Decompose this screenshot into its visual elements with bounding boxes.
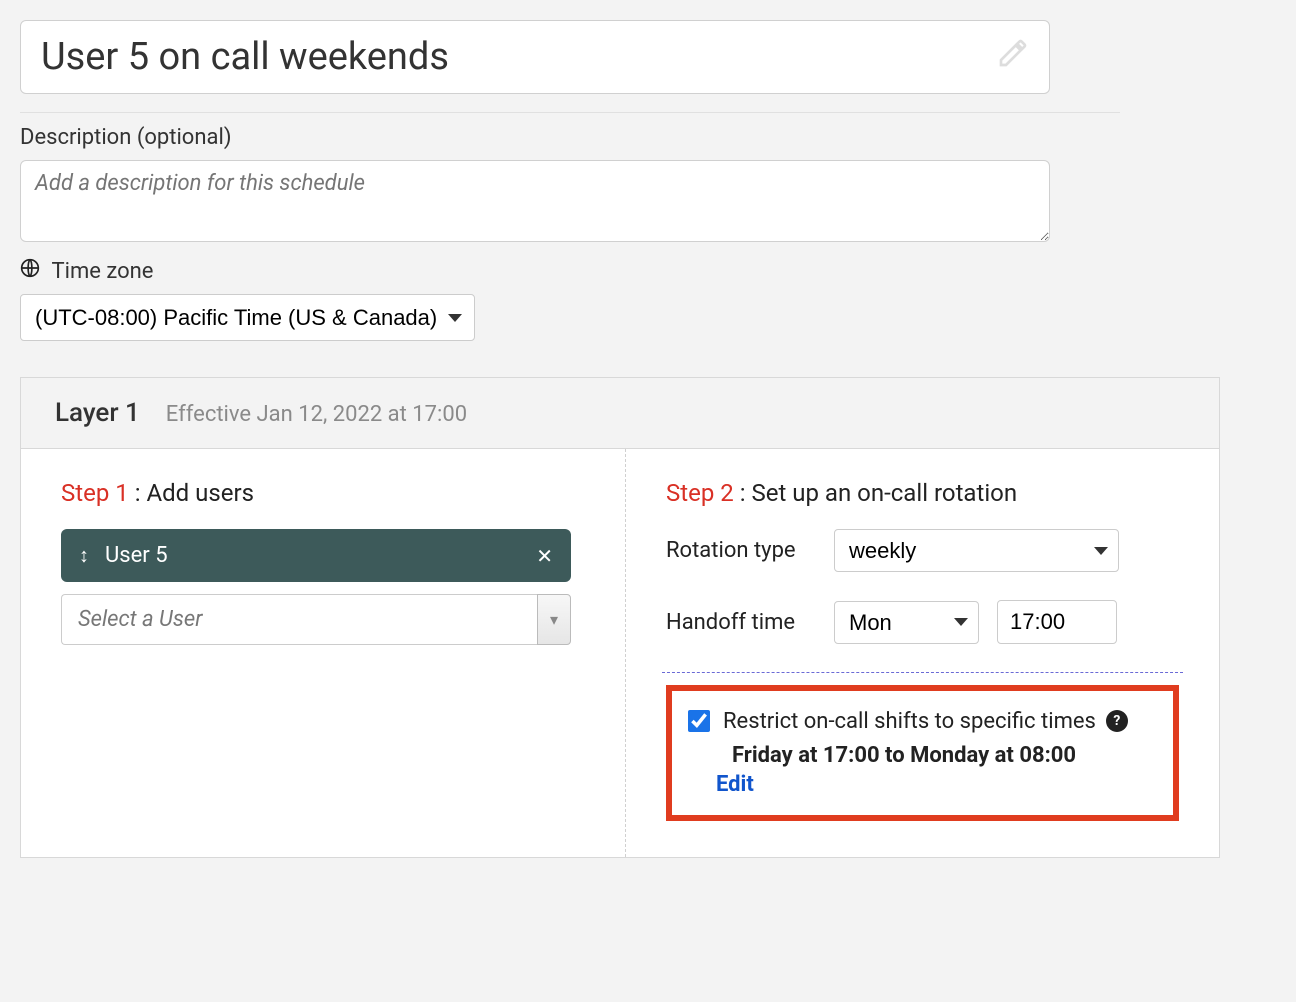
step2-label: Step 2 : Set up an on-call rotation xyxy=(666,479,1179,507)
layer-title: Layer 1 xyxy=(55,398,140,428)
restrict-detail: Friday at 17:00 to Monday at 08:00 xyxy=(732,743,1157,768)
description-input[interactable] xyxy=(20,160,1050,242)
divider xyxy=(662,672,1183,673)
layer-panel: Layer 1 Effective Jan 12, 2022 at 17:00 … xyxy=(20,377,1220,858)
drag-handle-icon[interactable]: ↕ xyxy=(79,543,89,568)
timezone-select[interactable]: (UTC-08:00) Pacific Time (US & Canada) xyxy=(20,294,475,341)
help-icon[interactable]: ? xyxy=(1106,710,1128,732)
rotation-type-select[interactable]: weekly xyxy=(834,529,1119,572)
pencil-icon[interactable] xyxy=(997,35,1029,79)
edit-restrict-link[interactable]: Edit xyxy=(716,772,1157,797)
restrict-checkbox[interactable] xyxy=(688,710,710,732)
user-chip-name: User 5 xyxy=(105,543,536,568)
user-chip[interactable]: ↕ User 5 ✕ xyxy=(61,529,571,582)
step1-label: Step 1 : Add users xyxy=(61,479,585,507)
layer-header: Layer 1 Effective Jan 12, 2022 at 17:00 xyxy=(21,378,1219,449)
remove-user-icon[interactable]: ✕ xyxy=(536,544,553,568)
description-label: Description (optional) xyxy=(20,125,1276,150)
user-select[interactable]: Select a User ▾ xyxy=(61,594,571,645)
schedule-title-text: User 5 on call weekends xyxy=(41,35,449,79)
timezone-label: Time zone xyxy=(20,258,1276,284)
restrict-box: Restrict on-call shifts to specific time… xyxy=(666,685,1179,821)
handoff-time-label: Handoff time xyxy=(666,610,816,635)
user-select-dropdown-icon[interactable]: ▾ xyxy=(537,594,571,645)
globe-icon xyxy=(20,259,45,284)
user-select-input[interactable]: Select a User xyxy=(61,594,537,645)
restrict-label: Restrict on-call shifts to specific time… xyxy=(723,709,1096,734)
layer-effective: Effective Jan 12, 2022 at 17:00 xyxy=(166,402,467,427)
handoff-day-select[interactable]: Mon xyxy=(834,601,979,644)
schedule-title-field[interactable]: User 5 on call weekends xyxy=(20,20,1050,94)
handoff-time-input[interactable] xyxy=(997,600,1117,644)
rotation-type-label: Rotation type xyxy=(666,538,816,563)
